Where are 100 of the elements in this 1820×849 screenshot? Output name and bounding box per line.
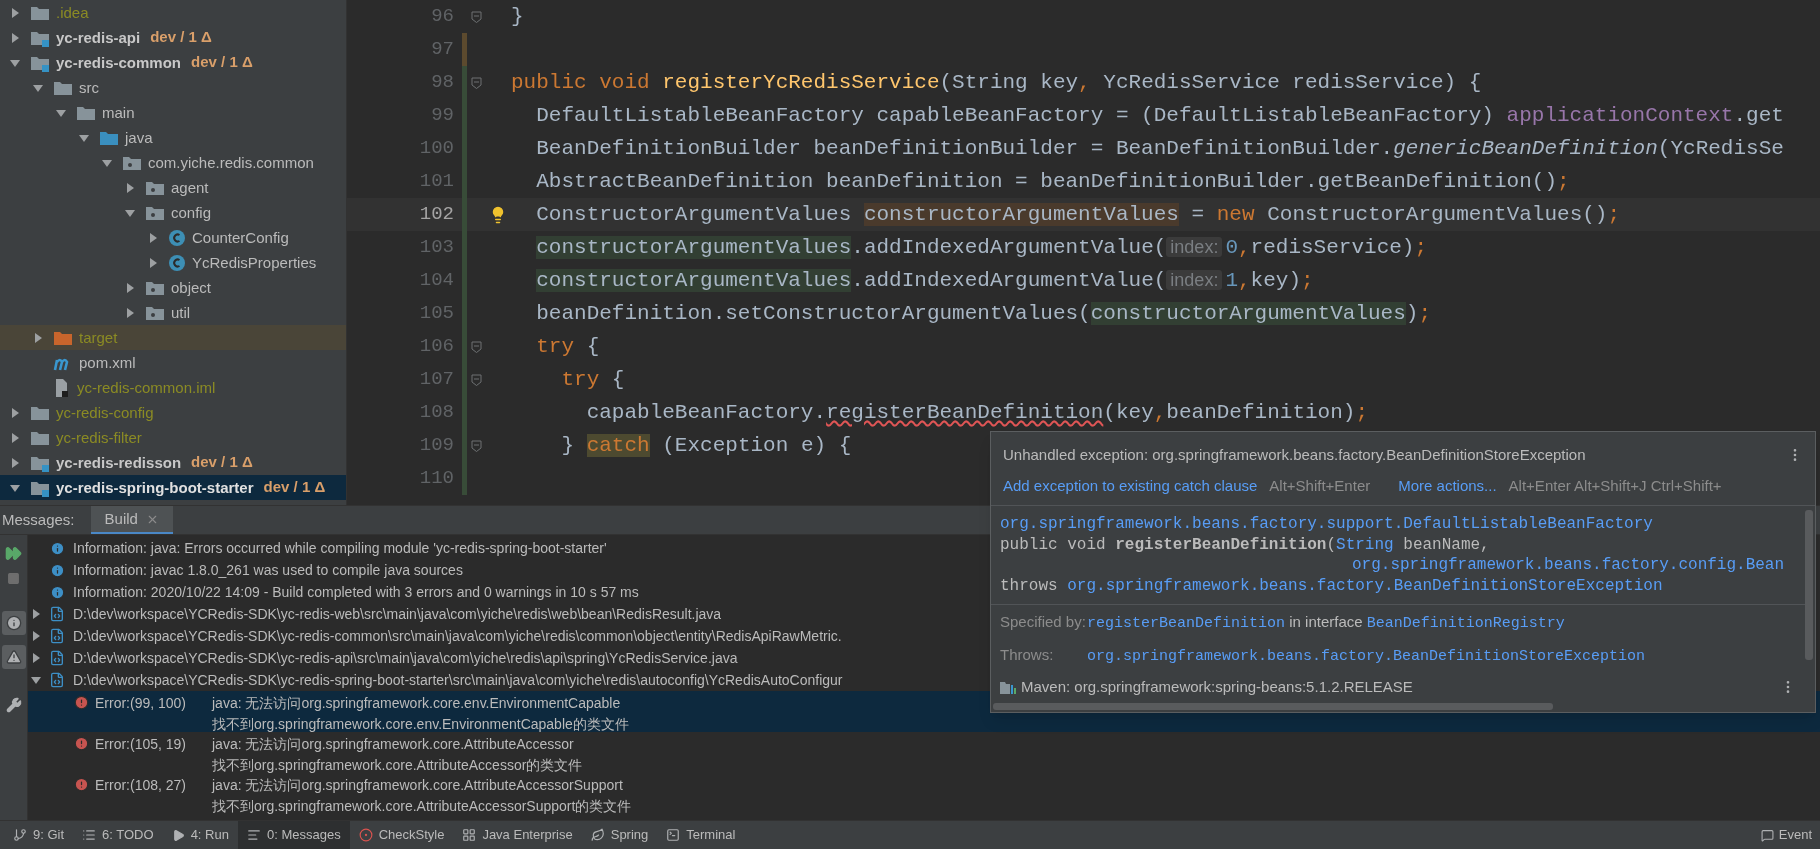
collapse-arrow-icon[interactable] xyxy=(10,57,20,68)
collapse-arrow-icon[interactable] xyxy=(102,157,112,168)
line-number: 103 xyxy=(418,235,455,261)
code-token: ; xyxy=(1557,169,1570,193)
line-number: 105 xyxy=(418,301,455,327)
line-number: 109 xyxy=(418,433,455,459)
collapse-arrow-icon[interactable] xyxy=(31,675,41,685)
fold-marker-icon[interactable] xyxy=(470,76,482,89)
expand-arrow-icon[interactable] xyxy=(148,232,158,243)
doc-link[interactable]: String xyxy=(1336,535,1394,554)
fold-marker-icon[interactable] xyxy=(470,10,482,23)
vertical-scrollbar[interactable] xyxy=(1805,510,1813,660)
tree-row[interactable]: yc-redis-spring-boot-starter dev / 1 Δ xyxy=(0,475,346,500)
tree-item-label: config xyxy=(171,203,212,223)
code-token: beanDefinition.setConstructorArgumentValues( xyxy=(536,301,1091,325)
code-token: constructorArgumentValues xyxy=(1090,301,1406,325)
tree-row[interactable]: main xyxy=(0,100,346,125)
tree-row[interactable]: pom.xml xyxy=(0,350,346,375)
panel-title: Messages: xyxy=(1,509,76,530)
tool-window-button[interactable]: Java Enterprise xyxy=(453,821,582,849)
tree-row[interactable]: src xyxy=(0,75,346,100)
code-token: ; xyxy=(1414,235,1428,259)
tree-row[interactable]: yc-redis-common.iml xyxy=(0,375,346,400)
library-icon xyxy=(1000,680,1016,695)
expand-arrow-icon[interactable] xyxy=(125,282,135,293)
collapse-arrow-icon[interactable] xyxy=(56,107,66,118)
expand-arrow-icon[interactable] xyxy=(148,257,158,268)
doc-link[interactable]: org.springframework.beans.factory.BeanDefinitionStoreException xyxy=(1067,576,1663,595)
tree-row[interactable]: .idea xyxy=(0,0,346,25)
tree-row[interactable]: com.yiche.redis.common xyxy=(0,150,346,175)
doc-link[interactable]: BeanDefinitionRegistry xyxy=(1366,615,1565,632)
tree-row[interactable]: util xyxy=(0,300,346,325)
tree-row[interactable]: agent xyxy=(0,175,346,200)
tree-row[interactable]: yc-redis-api dev / 1 Δ xyxy=(0,25,346,50)
tree-row[interactable]: config xyxy=(0,200,346,225)
doc-link[interactable]: registerBeanDefinition xyxy=(1087,615,1286,632)
tree-item-label: yc-redis-common.iml xyxy=(77,378,216,398)
collapse-arrow-icon[interactable] xyxy=(10,482,20,493)
info-filter-button[interactable] xyxy=(1,611,26,635)
rerun-icon[interactable] xyxy=(5,545,22,562)
tree-row[interactable]: java xyxy=(0,125,346,150)
class-icon xyxy=(168,228,186,247)
tree-row[interactable]: YcRedisProperties xyxy=(0,250,346,275)
expand-arrow-icon[interactable] xyxy=(33,332,43,343)
java-file-icon xyxy=(49,606,65,622)
expand-arrow-icon[interactable] xyxy=(31,609,41,619)
vcs-branch-label: dev / 1 Δ xyxy=(191,52,253,73)
tool-window-button[interactable]: CheckStyle xyxy=(349,821,454,849)
fold-marker-icon[interactable] xyxy=(470,439,482,452)
expand-arrow-icon[interactable] xyxy=(10,32,20,43)
event-log-button[interactable]: Event xyxy=(1752,825,1820,845)
collapse-arrow-icon[interactable] xyxy=(125,207,135,218)
wrench-icon[interactable] xyxy=(5,697,22,713)
code-token: registerBeanDefinition xyxy=(826,400,1104,424)
expand-arrow-icon[interactable] xyxy=(10,7,20,18)
tree-row[interactable]: object xyxy=(0,275,346,300)
tree-row[interactable]: yc-redis-config xyxy=(0,400,346,425)
tool-window-button[interactable]: 0: Messages xyxy=(237,821,350,849)
tool-window-button[interactable]: Spring xyxy=(581,821,658,849)
collapse-arrow-icon[interactable] xyxy=(79,132,89,143)
code-token: (key xyxy=(1103,400,1154,424)
tree-row[interactable]: yc-redis-common dev / 1 Δ xyxy=(0,50,346,75)
tree-row[interactable]: yc-redis-filter xyxy=(0,425,346,450)
code-token: applicationContext xyxy=(1506,103,1734,127)
line-number: 100 xyxy=(418,136,455,162)
code-token: ; xyxy=(1418,301,1431,325)
circle-dot-icon xyxy=(358,828,373,842)
doc-link[interactable]: org.springframework.beans.factory.support.DefaultListableBeanFactory xyxy=(1000,515,1653,533)
tree-row[interactable]: yc-redis-redisson dev / 1 Δ xyxy=(0,450,346,475)
detail-label: Specified by: xyxy=(1000,612,1087,632)
doc-link[interactable]: org.springframework.beans.factory.BeanDefinitionStoreException xyxy=(1087,647,1646,665)
tool-window-button[interactable]: 9: Git xyxy=(4,821,74,849)
detail-text: registerBeanDefinition in interface BeanDefinitionRegistry xyxy=(1087,612,1565,634)
expand-arrow-icon[interactable] xyxy=(125,182,135,193)
warning-filter-button[interactable] xyxy=(1,645,26,669)
quick-fix-link[interactable]: Add exception to existing catch clause xyxy=(1003,474,1258,497)
tool-window-button[interactable]: 6: TODO xyxy=(73,821,163,849)
expand-arrow-icon[interactable] xyxy=(10,457,20,468)
collapse-arrow-icon[interactable] xyxy=(33,82,43,93)
expand-arrow-icon[interactable] xyxy=(125,307,135,318)
error-row[interactable]: Error:(108, 27) java: 无法访问org.springframework.core.AttributeAccessorSupport 找不到org.springframework.core.AttributeAccessorSupport的类文件 xyxy=(28,773,1820,814)
doc-link[interactable]: org.springframework.beans.factory.config.Bean xyxy=(1352,556,1785,574)
tree-row[interactable]: CounterConfig xyxy=(0,225,346,250)
horizontal-scrollbar[interactable] xyxy=(993,702,1553,710)
expand-arrow-icon[interactable] xyxy=(10,432,20,443)
tool-window-button[interactable]: Terminal xyxy=(657,821,745,849)
tool-window-button[interactable]: 4: Run xyxy=(162,821,238,849)
build-tab[interactable]: Build xyxy=(90,506,173,534)
fold-marker-icon[interactable] xyxy=(470,373,482,386)
line-number: 110 xyxy=(418,466,455,492)
expand-arrow-icon[interactable] xyxy=(31,631,41,641)
error-message: java: 无法访问org.springframework.core.env.EnvironmentCapable xyxy=(212,694,621,713)
code-token: .addIndexedArgumentValue( xyxy=(851,268,1167,292)
expand-arrow-icon[interactable] xyxy=(10,407,20,418)
stop-icon[interactable] xyxy=(7,572,20,585)
fold-marker-icon[interactable] xyxy=(470,340,482,353)
expand-arrow-icon[interactable] xyxy=(31,653,41,663)
code-token: (YcRedisSe xyxy=(1657,136,1784,160)
quick-fix-link[interactable]: More actions... xyxy=(1398,474,1497,497)
parameter-hint: index: xyxy=(1166,236,1223,257)
